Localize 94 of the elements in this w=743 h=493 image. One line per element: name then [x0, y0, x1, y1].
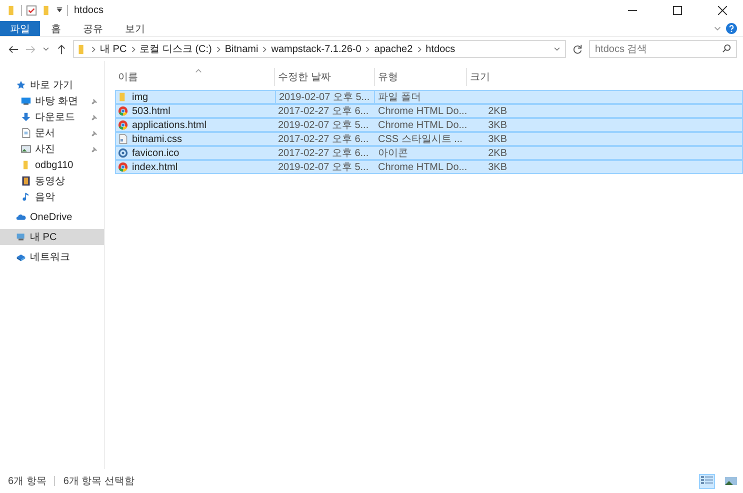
- ring-icon: [118, 148, 128, 158]
- cloud-icon: [16, 212, 26, 222]
- file-name: 503.html: [132, 106, 170, 116]
- up-arrow-icon[interactable]: [56, 44, 67, 54]
- dropdown-icon[interactable]: [56, 7, 63, 14]
- browser-icon: [118, 120, 128, 130]
- pin-icon[interactable]: [91, 98, 98, 104]
- date-cell-text: 2019-02-07 오후 5...: [277, 161, 370, 174]
- size-cell: 2KB: [488, 106, 507, 116]
- date-cell-text: 2017-02-27 오후 6...: [277, 147, 370, 160]
- size-cell: 2KB: [488, 148, 507, 158]
- music-note-icon: [21, 192, 31, 202]
- file-name: bitnami.css: [132, 134, 182, 144]
- sidebar-item[interactable]: odbg110: [0, 157, 104, 173]
- file-name: favicon.ico: [132, 148, 180, 158]
- type-cell-text: CSS 스타일시트 ...: [377, 133, 464, 146]
- chevron-right-icon[interactable]: [365, 46, 370, 52]
- file-row[interactable]: 503.html 2017-02-27 오후 6... Chrome HTML Do... 2KB: [115, 104, 743, 118]
- pin-icon[interactable]: [91, 114, 98, 120]
- browser-icon: [118, 106, 128, 116]
- document-icon: [21, 128, 31, 138]
- date-cell-text: 2017-02-27 오후 6...: [277, 133, 370, 146]
- chevron-right-icon[interactable]: [262, 46, 268, 52]
- type-cell-text: Chrome HTML Do...: [377, 160, 467, 174]
- type-cell-text: Chrome HTML Do...: [377, 118, 467, 132]
- sidebar-item[interactable]: 음악: [0, 189, 104, 205]
- search-icon: [722, 44, 731, 53]
- breadcrumb[interactable]: Bitnami: [224, 44, 258, 54]
- sidebar-item[interactable]: OneDrive: [0, 209, 104, 225]
- file-row[interactable]: bitnami.css 2017-02-27 오후 6... CSS 스타일시트 ... 3KB: [115, 132, 743, 146]
- chevron-right-icon[interactable]: [416, 46, 422, 52]
- date-cell-text: 2019-02-07 오후 5...: [277, 119, 370, 132]
- breadcrumb[interactable]: 로컬 디스크 (C:): [140, 42, 212, 56]
- sidebar-item[interactable]: 다운로드: [0, 109, 104, 125]
- sidebar-item[interactable]: 네트워크: [0, 249, 104, 265]
- sidebar-item[interactable]: 동영상: [0, 173, 104, 189]
- help-icon[interactable]: [726, 23, 737, 34]
- type-cell-text: Chrome HTML Do...: [377, 104, 467, 118]
- file-row[interactable]: index.html 2019-02-07 오후 5... Chrome HTML Do... 3KB: [115, 160, 743, 174]
- file-name: applications.html: [132, 120, 206, 130]
- window-title: htdocs: [74, 5, 104, 16]
- date-cell-text: 2017-02-27 오후 6...: [277, 105, 370, 118]
- checklist-icon[interactable]: [26, 5, 37, 16]
- type-cell-text: 파일 폴더: [377, 91, 422, 104]
- sidebar-item[interactable]: 바탕 화면: [0, 93, 104, 109]
- pin-icon[interactable]: [91, 146, 98, 152]
- chevron-right-icon[interactable]: [130, 46, 136, 52]
- ribbon-tab[interactable]: 보기: [114, 21, 156, 36]
- file-name: index.html: [132, 162, 178, 172]
- breadcrumb[interactable]: 내 PC: [100, 42, 127, 56]
- sidebar-item[interactable]: 내 PC: [0, 229, 104, 245]
- chevron-down-icon[interactable]: [713, 24, 722, 33]
- type-cell-text: 아이콘: [377, 147, 409, 160]
- desktop-icon: [21, 96, 31, 106]
- file-row[interactable]: applications.html 2019-02-07 오후 5... Chrome HTML Do... 3KB: [115, 118, 743, 132]
- back-arrow-icon[interactable]: [8, 44, 19, 54]
- size-cell: 3KB: [488, 134, 507, 144]
- column-header[interactable]: 수정한 날짜: [275, 68, 375, 86]
- breadcrumb[interactable]: apache2: [374, 44, 413, 54]
- ribbon-tab[interactable]: 파일: [0, 21, 40, 36]
- chevron-right-icon[interactable]: [91, 46, 96, 52]
- chevron-down-icon[interactable]: [553, 45, 561, 53]
- file-row[interactable]: img 2019-02-07 오후 5... 파일 폴더: [115, 90, 743, 104]
- sidebar-item[interactable]: 바로 가기: [0, 77, 104, 93]
- sidebar-item[interactable]: 문서: [0, 125, 104, 141]
- item-count: 6개 항목: [8, 475, 46, 488]
- breadcrumb[interactable]: wampstack-7.1.26-0: [271, 44, 362, 54]
- breadcrumb[interactable]: htdocs: [426, 44, 456, 54]
- chevron-down-icon[interactable]: [42, 45, 50, 53]
- picture-icon: [21, 144, 31, 154]
- sidebar-item[interactable]: 사진: [0, 141, 104, 157]
- browser-icon: [118, 162, 128, 172]
- ribbon-tab[interactable]: 공유: [72, 21, 114, 36]
- size-cell: 3KB: [488, 120, 507, 130]
- column-header[interactable]: 크기: [467, 68, 511, 86]
- star-icon: [16, 80, 26, 90]
- address-bar[interactable]: 내 PC 로컬 디스크 (C:) Bitnami wampstack-7.1.26-0 apache2 htdocs: [73, 40, 566, 58]
- column-header[interactable]: 유형: [375, 68, 467, 86]
- file-name: img: [132, 92, 148, 102]
- column-header[interactable]: 이름: [115, 68, 275, 86]
- computer-icon: [16, 232, 26, 242]
- selection-count: 6개 항목 선택함: [63, 475, 134, 488]
- search-field[interactable]: htdocs 검색: [589, 40, 737, 58]
- film-icon: [21, 176, 31, 186]
- download-arrow-icon: [21, 112, 31, 122]
- chevron-right-icon[interactable]: [216, 46, 221, 52]
- refresh-icon[interactable]: [572, 44, 583, 54]
- network-icon: [16, 252, 26, 262]
- file-row[interactable]: favicon.ico 2017-02-27 오후 6... 아이콘 2KB: [115, 146, 743, 160]
- pin-icon[interactable]: [91, 130, 98, 136]
- size-cell: 3KB: [488, 162, 507, 172]
- details-view-button[interactable]: [699, 474, 715, 488]
- file-icon: [118, 134, 128, 144]
- ribbon-tab[interactable]: 홈: [40, 21, 72, 36]
